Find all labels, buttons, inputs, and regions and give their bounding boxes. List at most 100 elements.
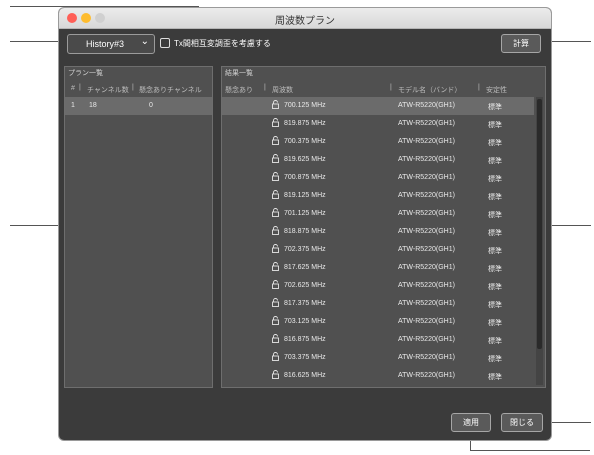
lock-icon[interactable] <box>272 172 279 181</box>
result-model: ATW-R5220(GH1) <box>398 138 455 145</box>
result-model: ATW-R5220(GH1) <box>398 354 455 361</box>
result-frequency: 700.375 MHz <box>284 138 326 145</box>
result-row[interactable]: 816.875 MHz ATW-R5220(GH1) 標準 <box>222 331 534 349</box>
callout-line <box>10 6 198 7</box>
close-button[interactable]: 閉じる <box>501 413 543 432</box>
result-frequency: 701.125 MHz <box>284 210 326 217</box>
plan-col-channels[interactable]: チャンネル数 <box>87 85 129 95</box>
result-stability: 標準 <box>488 194 502 201</box>
result-row[interactable]: 702.625 MHz ATW-R5220(GH1) 標準 <box>222 277 534 295</box>
plan-concern-count: 0 <box>149 102 153 109</box>
lock-icon[interactable] <box>272 298 279 307</box>
result-frequency: 702.625 MHz <box>284 282 326 289</box>
result-stability: 標準 <box>488 212 502 219</box>
lock-icon[interactable] <box>272 244 279 253</box>
plan-num: 1 <box>71 102 75 109</box>
result-row[interactable]: 816.625 MHz ATW-R5220(GH1) 標準 <box>222 367 534 385</box>
result-stability: 標準 <box>488 338 502 345</box>
result-stability: 標準 <box>488 284 502 291</box>
result-frequency: 703.125 MHz <box>284 318 326 325</box>
result-stability: 標準 <box>488 356 502 363</box>
lock-icon[interactable] <box>272 154 279 163</box>
result-row[interactable]: 703.125 MHz ATW-R5220(GH1) 標準 <box>222 313 534 331</box>
result-stability: 標準 <box>488 320 502 327</box>
title-bar: 周波数プラン <box>59 8 551 29</box>
result-stability: 標準 <box>488 158 502 165</box>
callout-line <box>10 225 60 226</box>
plan-list-title: プラン一覧 <box>68 70 103 77</box>
lock-icon[interactable] <box>272 190 279 199</box>
result-row[interactable]: 817.375 MHz ATW-R5220(GH1) 標準 <box>222 295 534 313</box>
scrollbar-thumb[interactable] <box>537 99 542 349</box>
result-model: ATW-R5220(GH1) <box>398 210 455 217</box>
result-stability: 標準 <box>488 104 502 111</box>
col-separator: | <box>390 84 392 91</box>
result-row[interactable]: 819.625 MHz ATW-R5220(GH1) 標準 <box>222 151 534 169</box>
plan-list-panel: プラン一覧 # | チャンネル数 | 懸念ありチャンネル 1 18 0 <box>64 66 213 388</box>
lock-icon[interactable] <box>272 262 279 271</box>
results-col-stability[interactable]: 安定性 <box>486 85 507 95</box>
result-stability: 標準 <box>488 248 502 255</box>
result-row[interactable]: 702.375 MHz ATW-R5220(GH1) 標準 <box>222 241 534 259</box>
lock-icon[interactable] <box>272 352 279 361</box>
lock-icon[interactable] <box>272 334 279 343</box>
result-model: ATW-R5220(GH1) <box>398 300 455 307</box>
result-row[interactable]: 818.875 MHz ATW-R5220(GH1) 標準 <box>222 223 534 241</box>
callout-line <box>551 225 591 226</box>
result-frequency: 816.875 MHz <box>284 336 326 343</box>
history-select[interactable]: History#3 ⌄ <box>67 34 155 54</box>
result-model: ATW-R5220(GH1) <box>398 120 455 127</box>
lock-icon[interactable] <box>272 226 279 235</box>
lock-icon[interactable] <box>272 118 279 127</box>
result-frequency: 818.875 MHz <box>284 228 326 235</box>
result-frequency: 816.625 MHz <box>284 372 326 379</box>
result-frequency: 817.625 MHz <box>284 264 326 271</box>
history-select-value: History#3 <box>86 39 125 49</box>
lock-icon[interactable] <box>272 280 279 289</box>
result-model: ATW-R5220(GH1) <box>398 156 455 163</box>
tx-intermod-label: Tx間相互変調歪を考慮する <box>174 39 271 48</box>
calculate-button[interactable]: 計算 <box>501 34 541 53</box>
plan-col-concern[interactable]: 懸念ありチャンネル <box>139 85 202 95</box>
result-row[interactable]: 700.375 MHz ATW-R5220(GH1) 標準 <box>222 133 534 151</box>
lock-icon[interactable] <box>272 370 279 379</box>
result-model: ATW-R5220(GH1) <box>398 336 455 343</box>
result-row[interactable]: 703.375 MHz ATW-R5220(GH1) 標準 <box>222 349 534 367</box>
col-separator: | <box>132 84 134 91</box>
result-row[interactable]: 819.125 MHz ATW-R5220(GH1) 標準 <box>222 187 534 205</box>
result-row[interactable]: 819.875 MHz ATW-R5220(GH1) 標準 <box>222 115 534 133</box>
result-frequency: 819.125 MHz <box>284 192 326 199</box>
result-stability: 標準 <box>488 302 502 309</box>
result-row[interactable]: 817.625 MHz ATW-R5220(GH1) 標準 <box>222 259 534 277</box>
lock-icon[interactable] <box>272 100 279 109</box>
results-scrollbar[interactable] <box>536 97 543 385</box>
col-separator: | <box>478 84 480 91</box>
result-row[interactable]: 701.125 MHz ATW-R5220(GH1) 標準 <box>222 205 534 223</box>
tx-intermod-checkbox[interactable]: Tx間相互変調歪を考慮する <box>160 35 271 53</box>
result-stability: 標準 <box>488 374 502 381</box>
result-model: ATW-R5220(GH1) <box>398 318 455 325</box>
results-col-frequency[interactable]: 周波数 <box>272 85 293 95</box>
result-model: ATW-R5220(GH1) <box>398 174 455 181</box>
result-row[interactable]: 700.875 MHz ATW-R5220(GH1) 標準 <box>222 169 534 187</box>
result-frequency: 819.625 MHz <box>284 156 326 163</box>
result-model: ATW-R5220(GH1) <box>398 282 455 289</box>
plan-channel-count: 18 <box>89 102 97 109</box>
lock-icon[interactable] <box>272 316 279 325</box>
result-frequency: 703.375 MHz <box>284 354 326 361</box>
lock-icon[interactable] <box>272 208 279 217</box>
result-stability: 標準 <box>488 176 502 183</box>
result-model: ATW-R5220(GH1) <box>398 372 455 379</box>
chevron-down-icon: ⌄ <box>140 36 149 47</box>
result-row[interactable]: 700.125 MHz ATW-R5220(GH1) 標準 <box>222 97 534 115</box>
apply-button[interactable]: 適用 <box>451 413 491 432</box>
checkbox-box[interactable] <box>160 38 170 48</box>
results-col-concern[interactable]: 懸念あり <box>225 85 253 95</box>
result-stability: 標準 <box>488 122 502 129</box>
results-col-model[interactable]: モデル名（バンド） <box>398 85 461 95</box>
lock-icon[interactable] <box>272 136 279 145</box>
result-stability: 標準 <box>488 140 502 147</box>
plan-row[interactable]: 1 18 0 <box>65 97 212 115</box>
result-model: ATW-R5220(GH1) <box>398 246 455 253</box>
plan-col-num[interactable]: # <box>71 85 75 92</box>
